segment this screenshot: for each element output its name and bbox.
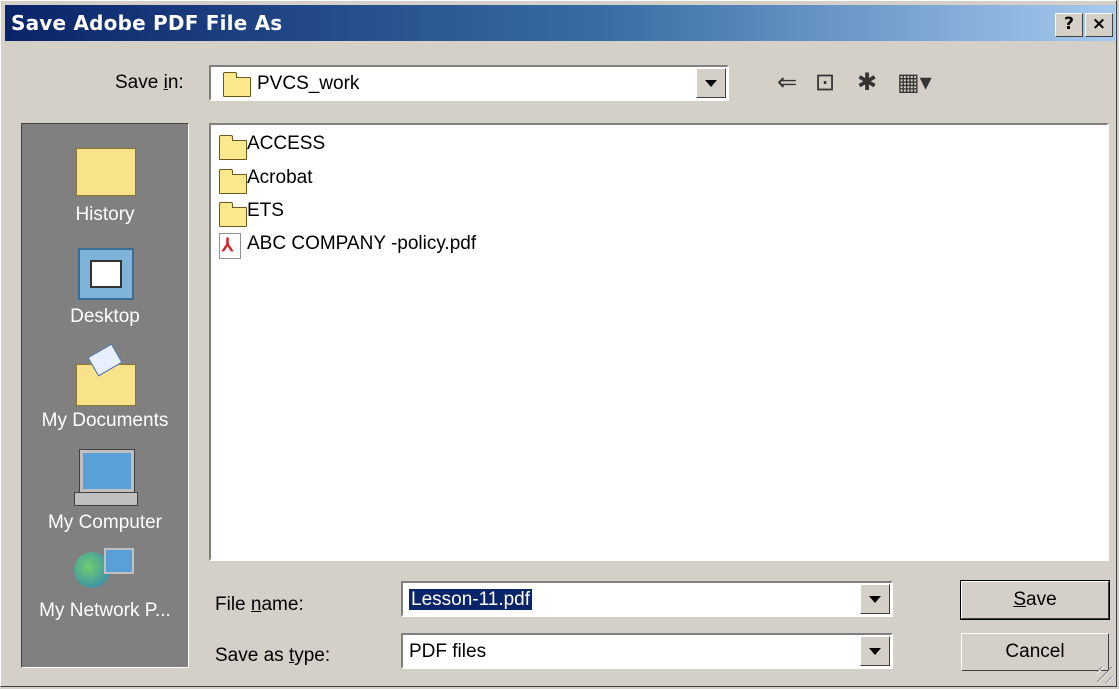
save-button[interactable]: Save <box>960 580 1110 620</box>
view-menu-icon[interactable]: ▦▾ <box>897 67 932 99</box>
file-list[interactable]: ACCESS Acrobat ETS ABC COMPANY -policy.p… <box>209 123 1109 561</box>
place-history[interactable]: History <box>22 136 188 236</box>
list-item-name: Acrobat <box>247 167 313 188</box>
save-in-dropdown-button[interactable] <box>696 68 726 98</box>
list-item-name: ETS <box>247 200 284 221</box>
save-as-type-dropdown-button[interactable] <box>860 636 890 666</box>
close-button[interactable]: × <box>1085 13 1113 37</box>
title-bar[interactable]: Save Adobe PDF File As ? × <box>5 5 1115 41</box>
cancel-button[interactable]: Cancel <box>961 633 1109 671</box>
place-my-computer[interactable]: My Computer <box>22 446 188 546</box>
place-my-documents[interactable]: My Documents <box>22 343 188 444</box>
folder-icon <box>219 169 247 194</box>
place-my-network[interactable]: My Network P... <box>22 548 188 658</box>
save-as-type-label: Save as type: <box>215 645 331 666</box>
save-as-type-value: PDF files <box>409 641 487 662</box>
file-name-value: Lesson-11.pdf <box>409 589 533 610</box>
resize-grip[interactable] <box>1097 667 1113 683</box>
place-history-label: History <box>75 204 135 225</box>
my-documents-icon <box>76 343 136 406</box>
file-name-dropdown-button[interactable] <box>860 584 890 614</box>
place-my-computer-label: My Computer <box>47 512 163 533</box>
save-in-dropdown[interactable]: PVCS_work <box>209 65 729 101</box>
back-icon[interactable]: ⇐ <box>777 67 797 99</box>
help-button[interactable]: ? <box>1055 13 1083 37</box>
list-item-name: ABC COMPANY -policy.pdf <box>247 233 477 254</box>
folder-open-icon <box>223 72 251 97</box>
desktop-icon <box>78 248 134 300</box>
my-computer-icon <box>79 449 135 493</box>
history-icon <box>76 148 136 196</box>
place-my-network-label: My Network P... <box>39 600 171 621</box>
file-name-label: File name: <box>215 594 304 615</box>
list-item-name: ACCESS <box>247 133 326 154</box>
place-desktop[interactable]: Desktop <box>22 242 188 342</box>
new-folder-icon[interactable]: ✱ <box>857 67 877 99</box>
folder-icon <box>219 202 247 227</box>
place-desktop-label: Desktop <box>70 306 140 327</box>
folder-icon <box>219 135 247 160</box>
up-folder-icon[interactable]: ⊡ <box>815 67 835 99</box>
save-in-value: PVCS_work <box>257 73 360 94</box>
file-name-field[interactable]: Lesson-11.pdf <box>401 581 893 617</box>
places-bar: History Desktop My Documents My Computer… <box>21 123 189 668</box>
pdf-file-icon <box>219 233 241 259</box>
save-as-type-dropdown[interactable]: PDF files <box>401 633 893 669</box>
save-dialog: Save Adobe PDF File As ? × Save in: PVCS… <box>0 0 1117 687</box>
window-title: Save Adobe PDF File As <box>11 11 283 35</box>
place-my-documents-label: My Documents <box>41 410 169 431</box>
save-in-label: Save in: <box>115 72 184 93</box>
